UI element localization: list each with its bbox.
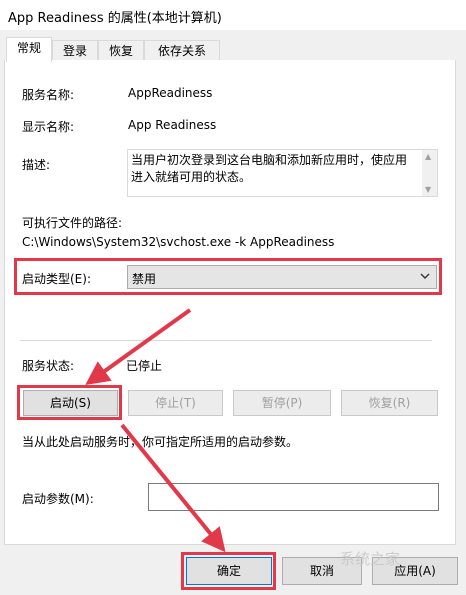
resume-button[interactable]: 恢复(R) [341, 390, 438, 416]
title-bar: App Readiness 的属性(本地计算机) [0, 0, 466, 30]
tab-general-label: 常规 [16, 41, 41, 55]
highlight-startup-type [14, 258, 442, 295]
service-status-value: 已停止 [126, 359, 163, 373]
scroll-up-icon[interactable]: ▲ [425, 152, 431, 161]
tab-recovery-label: 恢复 [108, 44, 133, 58]
window-title: App Readiness 的属性(本地计算机) [8, 11, 222, 26]
tab-recovery[interactable]: 恢复 [98, 40, 144, 61]
stop-button[interactable]: 停止(T) [128, 390, 223, 416]
tab-dependencies-label: 依存关系 [157, 44, 206, 58]
path-value: C:\Windows\System32\svchost.exe -k AppRe… [22, 235, 335, 249]
service-name-value: AppReadiness [128, 86, 213, 100]
scroll-down-icon[interactable]: ▼ [425, 185, 431, 194]
tab-logon[interactable]: 登录 [52, 40, 98, 61]
description-scrollbar[interactable]: ▲ ▼ [422, 150, 437, 196]
description-box[interactable]: 当用户初次登录到这台电脑和添加新应用时，使应用进入就绪可用的状态。 [127, 149, 438, 197]
tab-logon-label: 登录 [62, 44, 87, 58]
pause-button[interactable]: 暂停(P) [233, 390, 331, 416]
watermark-text: 系统之家 [340, 550, 401, 568]
tab-general[interactable]: 常规 [6, 37, 52, 62]
startup-params-hint: 当从此处启动服务时，你可指定所适用的启动参数。 [22, 435, 299, 449]
description-label: 描述: [22, 158, 51, 172]
startup-params-input[interactable] [148, 483, 439, 511]
path-label: 可执行文件的路径: [22, 216, 123, 230]
pause-button-label: 暂停(P) [261, 396, 303, 410]
highlight-ok-button [181, 552, 276, 590]
startup-params-label: 启动参数(M): [22, 492, 94, 506]
service-status-label: 服务状态: [22, 359, 75, 373]
section-divider [20, 340, 432, 341]
stop-button-label: 停止(T) [155, 396, 196, 410]
cancel-button-label: 取消 [309, 564, 334, 578]
display-name-value: App Readiness [128, 118, 217, 132]
description-text: 当用户初次登录到这台电脑和添加新应用时，使应用进入就绪可用的状态。 [131, 153, 408, 184]
highlight-start-button [17, 385, 122, 420]
apply-button-label: 应用(A) [394, 564, 436, 578]
tab-dependencies[interactable]: 依存关系 [144, 40, 220, 61]
resume-button-label: 恢复(R) [368, 396, 411, 410]
service-name-label: 服务名称: [22, 88, 75, 102]
display-name-label: 显示名称: [22, 120, 75, 134]
